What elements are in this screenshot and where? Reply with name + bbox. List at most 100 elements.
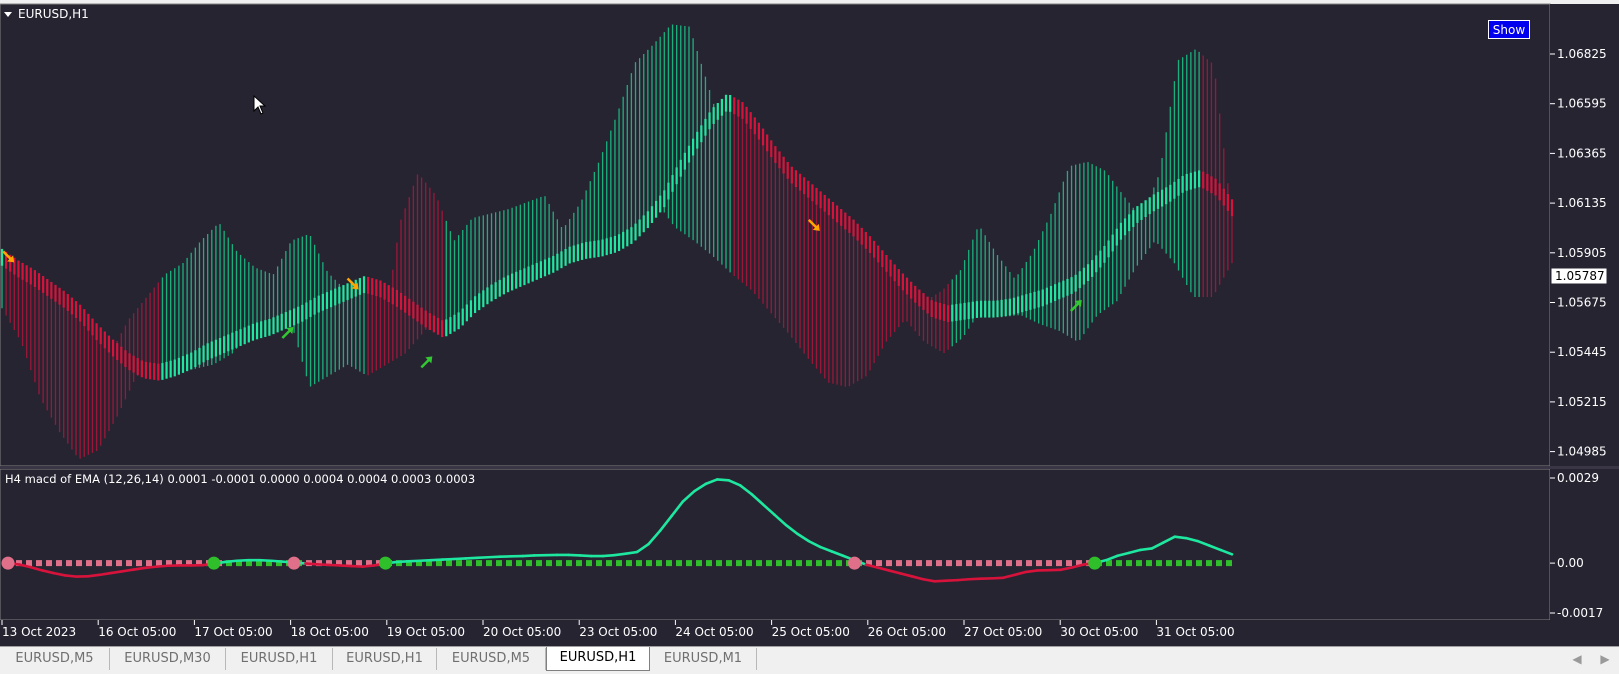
zero-dot bbox=[596, 560, 602, 566]
macd-segment bbox=[363, 565, 374, 566]
macd-segment bbox=[603, 555, 614, 556]
time-tick-label: 30 Oct 05:00 bbox=[1060, 625, 1138, 639]
time-tick-label: 27 Oct 05:00 bbox=[964, 625, 1042, 639]
macd-segment bbox=[580, 555, 591, 556]
zero-dot bbox=[926, 560, 932, 566]
macd-segment bbox=[225, 561, 236, 562]
macd-segment bbox=[328, 565, 339, 566]
scroll-right-icon[interactable]: ▶ bbox=[1598, 651, 1612, 667]
mouse-pointer-icon bbox=[253, 95, 267, 115]
macd-segment bbox=[477, 557, 488, 558]
indicator-title: H4 macd of EMA (12,26,14) 0.0001 -0.0001… bbox=[5, 472, 475, 486]
scroll-left-icon[interactable]: ◀ bbox=[1570, 651, 1584, 667]
price-tick-label: 1.06365 bbox=[1557, 146, 1607, 160]
zero-dot bbox=[1156, 560, 1162, 566]
macd-segment bbox=[88, 575, 99, 576]
macd-segment bbox=[466, 558, 477, 559]
macd-segment bbox=[946, 580, 957, 581]
time-tick-label: 26 Oct 05:00 bbox=[868, 625, 946, 639]
price-tick-label: 1.06595 bbox=[1557, 97, 1607, 111]
zero-dot bbox=[586, 560, 592, 566]
macd-cross-dot bbox=[287, 557, 300, 570]
zero-dot bbox=[1026, 560, 1032, 566]
zero-dot bbox=[1046, 560, 1052, 566]
zero-dot bbox=[1136, 560, 1142, 566]
macd-tick-label: -0.0017 bbox=[1557, 606, 1603, 620]
time-tick-label: 20 Oct 05:00 bbox=[483, 625, 561, 639]
zero-dot bbox=[476, 560, 482, 566]
chart-tab-bar: EURUSD,M5EURUSD,M30EURUSD,H1EURUSD,H1EUR… bbox=[0, 646, 1619, 674]
price-tick-label: 1.05905 bbox=[1557, 246, 1607, 260]
zero-dot bbox=[506, 560, 512, 566]
zero-dot bbox=[486, 560, 492, 566]
zero-dot bbox=[1066, 560, 1072, 566]
tab-eurusd-m5[interactable]: EURUSD,M5 bbox=[437, 648, 546, 670]
macd-segment bbox=[969, 579, 980, 580]
macd-segment bbox=[569, 555, 580, 556]
zero-dot bbox=[966, 560, 972, 566]
zero-dot bbox=[666, 560, 672, 566]
zero-dot bbox=[776, 560, 782, 566]
show-button[interactable]: Show bbox=[1488, 20, 1530, 39]
price-tick-label: 1.05215 bbox=[1557, 395, 1607, 409]
zero-dot bbox=[56, 560, 62, 566]
zero-dot bbox=[796, 560, 802, 566]
macd-segment bbox=[992, 578, 1003, 579]
zero-dot bbox=[576, 560, 582, 566]
zero-dot bbox=[36, 560, 42, 566]
zero-dot bbox=[686, 560, 692, 566]
zero-dot bbox=[726, 560, 732, 566]
tab-eurusd-m5[interactable]: EURUSD,M5 bbox=[0, 648, 110, 670]
zero-dot bbox=[736, 560, 742, 566]
time-tick-label: 31 Oct 05:00 bbox=[1156, 625, 1234, 639]
macd-segment bbox=[420, 560, 431, 561]
zero-dot bbox=[1226, 560, 1232, 566]
zero-dot bbox=[956, 560, 962, 566]
zero-dot bbox=[556, 560, 562, 566]
zero-dot bbox=[786, 560, 792, 566]
tab-eurusd-h1[interactable]: EURUSD,H1 bbox=[226, 648, 333, 670]
macd-segment bbox=[317, 564, 328, 565]
zero-dot bbox=[86, 560, 92, 566]
macd-tick-label: 0.00 bbox=[1557, 556, 1584, 570]
chart-window[interactable]: 1.068251.065951.063651.061351.059051.056… bbox=[0, 0, 1619, 673]
time-tick-label: 19 Oct 05:00 bbox=[387, 625, 465, 639]
macd-segment bbox=[935, 581, 946, 582]
zero-dot bbox=[1016, 560, 1022, 566]
zero-dot bbox=[646, 560, 652, 566]
zero-dot bbox=[746, 560, 752, 566]
macd-segment bbox=[626, 552, 637, 554]
zero-dot bbox=[496, 560, 502, 566]
macd-segment bbox=[397, 561, 408, 562]
current-price-label: 1.05787 bbox=[1555, 269, 1605, 283]
zero-dot bbox=[446, 560, 452, 566]
macd-segment bbox=[957, 579, 968, 580]
macd-segment bbox=[111, 571, 122, 573]
tab-eurusd-m1[interactable]: EURUSD,M1 bbox=[650, 648, 757, 670]
macd-cross-dot bbox=[848, 557, 861, 570]
price-axis-ticks: 1.068251.065951.063651.061351.059051.056… bbox=[1550, 47, 1607, 459]
macd-segment bbox=[408, 561, 419, 562]
price-tick-label: 1.06825 bbox=[1557, 47, 1607, 61]
macd-cross-dot bbox=[379, 557, 392, 570]
time-tick-label: 17 Oct 05:00 bbox=[194, 625, 272, 639]
macd-segment bbox=[157, 566, 168, 567]
zero-dot bbox=[546, 560, 552, 566]
zero-dot bbox=[1206, 560, 1212, 566]
zero-dot bbox=[636, 560, 642, 566]
zero-dot bbox=[616, 560, 622, 566]
macd-segment bbox=[237, 560, 248, 561]
price-tick-label: 1.05445 bbox=[1557, 345, 1607, 359]
zero-dot bbox=[126, 560, 132, 566]
zero-dot bbox=[1196, 560, 1202, 566]
zero-dot bbox=[96, 560, 102, 566]
zero-dot bbox=[1176, 560, 1182, 566]
tab-eurusd-h1[interactable]: EURUSD,H1 bbox=[546, 647, 650, 671]
indicator-axis-panel bbox=[1550, 469, 1619, 620]
tab-eurusd-h1[interactable]: EURUSD,H1 bbox=[333, 648, 437, 670]
macd-segment bbox=[134, 568, 145, 570]
indicator-area[interactable] bbox=[0, 469, 1550, 620]
macd-cross-dot bbox=[207, 557, 220, 570]
zero-dot bbox=[1126, 560, 1132, 566]
tab-eurusd-m30[interactable]: EURUSD,M30 bbox=[110, 648, 226, 670]
